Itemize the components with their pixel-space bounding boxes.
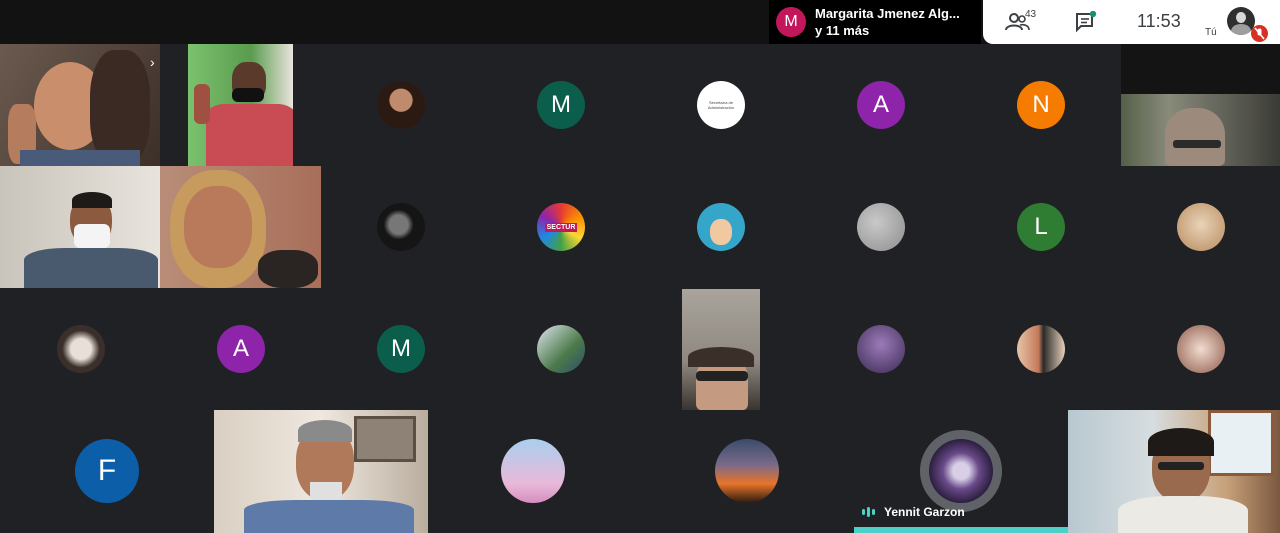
more-icon[interactable]: ›	[150, 54, 155, 70]
participant-avatar-sunset-photo[interactable]	[715, 439, 779, 503]
clock: 11:53	[1137, 11, 1181, 31]
presenter-more: y 11 más	[815, 23, 870, 38]
participant-avatar-group-photo[interactable]	[1177, 203, 1225, 251]
video-tile-6[interactable]	[682, 289, 760, 410]
participant-avatar-m2[interactable]: M	[377, 325, 425, 373]
participants-button[interactable]: 43	[1005, 9, 1041, 34]
video-tile-1[interactable]: ›	[0, 44, 160, 166]
presenter-name: Margarita Jmenez Alg...	[815, 6, 960, 21]
video-tile-8[interactable]	[1068, 410, 1280, 533]
participant-avatar-purple-photo[interactable]	[857, 325, 905, 373]
participant-avatar-bw-photo[interactable]	[377, 203, 425, 251]
participant-avatar-f[interactable]: F	[75, 439, 139, 503]
audio-level-icon	[862, 507, 875, 517]
participant-avatar-a2[interactable]: A	[217, 325, 265, 373]
participant-avatar-n[interactable]: N	[1017, 81, 1065, 129]
participant-avatar-standing-photo[interactable]	[1017, 325, 1065, 373]
participant-avatar-sectur[interactable]: SECTUR	[537, 203, 585, 251]
participant-avatar-m[interactable]: M	[537, 81, 585, 129]
participant-avatar-gray-photo[interactable]	[857, 203, 905, 251]
speaker-name-label: Yennit Garzon	[862, 505, 965, 519]
sectur-logo-text: SECTUR	[544, 222, 578, 232]
self-label: Tú	[1205, 27, 1217, 38]
presenter-chip[interactable]: M Margarita Jmenez Alg... y 11 más	[769, 0, 981, 44]
participants-count: 43	[1025, 9, 1037, 20]
chat-icon	[1076, 10, 1097, 33]
participant-avatar-cartoon[interactable]	[697, 203, 745, 251]
video-tile-7[interactable]	[214, 410, 428, 533]
video-tile-3[interactable]	[1121, 44, 1280, 166]
participant-avatar-l[interactable]: L	[1017, 203, 1065, 251]
speaker-name: Yennit Garzon	[884, 505, 965, 519]
self-tile[interactable]: Tú	[1205, 0, 1273, 44]
participant-avatar-a[interactable]: A	[857, 81, 905, 129]
participant-avatar-admin-logo[interactable]: Secretaría de Administración	[697, 81, 745, 129]
participant-avatar-woman-photo[interactable]	[57, 325, 105, 373]
presenter-avatar: M	[776, 7, 806, 37]
participant-avatar-outdoor-photo[interactable]	[537, 325, 585, 373]
video-tile-5[interactable]	[160, 166, 321, 288]
mic-off-icon	[1251, 25, 1268, 42]
video-tile-2[interactable]	[188, 44, 293, 166]
admin-logo-text: Secretaría de Administración	[707, 100, 735, 110]
speaker-avatar-ring	[920, 430, 1002, 512]
chat-button[interactable]	[1075, 10, 1097, 33]
participant-avatar-photo[interactable]	[377, 81, 425, 129]
participant-avatar-kids-photo[interactable]	[1177, 325, 1225, 373]
active-speaker-indicator	[854, 527, 1068, 533]
video-tile-4[interactable]	[0, 166, 160, 288]
meeting-controls: 43 11:53 Tú	[983, 0, 1280, 44]
participant-avatar-butterfly-photo[interactable]	[501, 439, 565, 503]
